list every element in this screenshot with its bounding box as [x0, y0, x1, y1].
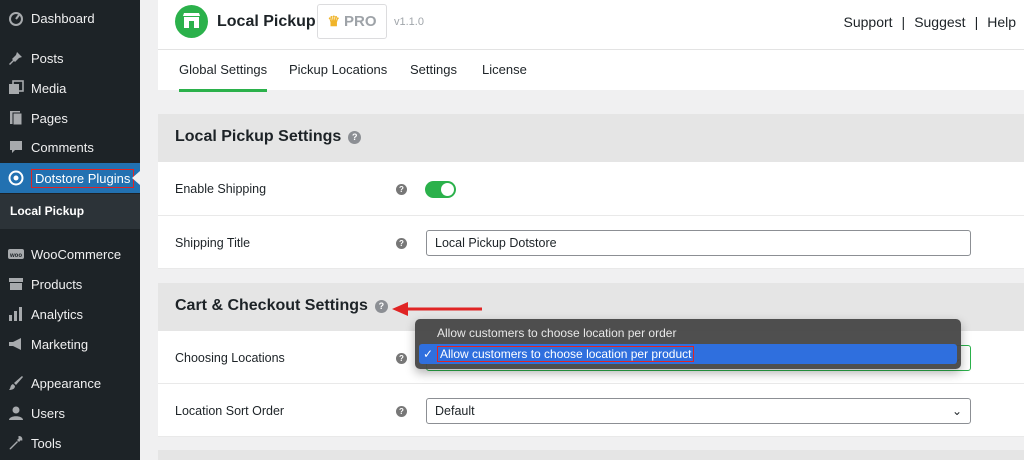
comment-icon: [8, 139, 24, 155]
sidebar-item-label: Pages: [31, 110, 68, 126]
user-icon: [8, 405, 24, 421]
help-icon[interactable]: ?: [396, 184, 407, 195]
link-separator: |: [974, 14, 979, 30]
help-icon[interactable]: ?: [348, 130, 362, 144]
sidebar-item-label: Analytics: [31, 306, 84, 322]
plugin-title: Local Pickup: [217, 13, 316, 30]
archive-icon: [8, 276, 24, 292]
sidebar-item-marketing[interactable]: Marketing: [0, 329, 140, 359]
sidebar-item-posts[interactable]: Posts: [0, 43, 140, 73]
help-icon[interactable]: ?: [374, 299, 388, 313]
sidebar-item-label: Dotstore Plugins: [31, 168, 135, 188]
sidebar-item-woocommerce[interactable]: woo WooCommerce: [0, 239, 140, 269]
woo-icon: woo: [8, 246, 24, 262]
shipping-title-label: Shipping Title: [175, 236, 251, 250]
local-pickup-settings-header: Local Pickup Settings ?: [158, 114, 1024, 162]
checkmark-icon: ✓: [423, 347, 434, 361]
sidebar-item-label: Posts: [31, 50, 64, 66]
sidebar-item-label: Appearance: [31, 375, 102, 391]
link-separator: |: [901, 14, 906, 30]
pro-label: PRO: [344, 13, 377, 30]
brush-icon: [8, 375, 24, 391]
plugin-version: v1.1.0: [394, 16, 424, 28]
location-sort-select[interactable]: Default ⌄: [426, 398, 971, 424]
pro-badge[interactable]: ♛ PRO: [317, 4, 387, 39]
dropdown-option-selected[interactable]: ✓ Allow customers to choose location per…: [419, 344, 957, 364]
sidebar-item-label: Products: [31, 276, 83, 292]
sidebar-item-label: Dashboard: [31, 10, 95, 26]
current-menu-arrow: [132, 171, 140, 185]
section-title: Local Pickup Settings ?: [175, 128, 362, 146]
sidebar-item-label: WooCommerce: [31, 246, 122, 262]
circle-target-icon: [8, 170, 24, 186]
sidebar-item-label: Users: [31, 405, 65, 421]
admin-sidebar: Dashboard Posts Media Pages Comments Dot…: [0, 0, 140, 460]
help-icon[interactable]: ?: [396, 238, 407, 249]
location-sort-label: Location Sort Order: [175, 404, 285, 418]
option-label: Allow customers to choose location per p…: [437, 346, 695, 362]
svg-text:woo: woo: [9, 253, 22, 259]
header-links: Support | Suggest | Help: [844, 14, 1017, 30]
megaphone-icon: [8, 336, 24, 352]
sidebar-item-label: Marketing: [31, 336, 89, 352]
plugin-header: Local Pickup ♛ PRO v1.1.0 Support | Sugg…: [158, 0, 1024, 50]
sidebar-item-products[interactable]: Products: [0, 269, 140, 299]
tab-license[interactable]: License: [482, 62, 527, 77]
sidebar-item-comments[interactable]: Comments: [0, 132, 140, 162]
settings-tabs: Global Settings Pickup Locations Setting…: [158, 50, 1024, 92]
enable-shipping-label: Enable Shipping: [175, 182, 267, 196]
sidebar-item-appearance[interactable]: Appearance: [0, 368, 140, 398]
pin-icon: [8, 50, 24, 66]
sidebar-item-label: Comments: [31, 139, 94, 155]
sidebar-submenu: Local Pickup: [0, 194, 140, 229]
enable-shipping-toggle[interactable]: [425, 181, 456, 198]
section-title-text: Local Pickup Settings: [175, 128, 342, 145]
pages-icon: [8, 110, 24, 126]
wrench-icon: [8, 435, 24, 451]
tab-pickup-locations[interactable]: Pickup Locations: [289, 62, 387, 77]
sidebar-item-label: Tools: [31, 435, 62, 451]
next-section-header: [158, 450, 1024, 460]
plugin-logo: [175, 5, 208, 38]
sidebar-item-dashboard[interactable]: Dashboard: [0, 3, 140, 33]
media-icon: [8, 80, 24, 96]
shipping-title-input[interactable]: Local Pickup Dotstore: [426, 230, 971, 256]
submenu-item-local-pickup[interactable]: Local Pickup: [10, 204, 84, 218]
annotation-arrow: [392, 302, 482, 316]
help-icon[interactable]: ?: [396, 406, 407, 417]
section-title: Cart & Checkout Settings ?: [175, 297, 388, 315]
option-label: Allow customers to choose location per o…: [437, 326, 677, 340]
support-link[interactable]: Support: [844, 14, 893, 30]
choosing-locations-label: Choosing Locations: [175, 351, 285, 365]
enable-shipping-row: Enable Shipping ?: [158, 162, 1024, 216]
shipping-title-row: Shipping Title ? Local Pickup Dotstore: [158, 216, 1024, 269]
bar-chart-icon: [8, 306, 24, 322]
sidebar-item-media[interactable]: Media: [0, 73, 140, 103]
chevron-down-icon: ⌄: [951, 404, 962, 418]
sidebar-item-dotstore-plugins[interactable]: Dotstore Plugins: [0, 163, 140, 193]
sidebar-item-analytics[interactable]: Analytics: [0, 299, 140, 329]
tab-settings[interactable]: Settings: [410, 62, 457, 77]
toggle-knob: [441, 183, 454, 196]
suggest-link[interactable]: Suggest: [914, 14, 965, 30]
location-sort-row: Location Sort Order ? Default ⌄: [158, 384, 1024, 437]
sidebar-item-tools[interactable]: Tools: [0, 428, 140, 458]
crown-icon: ♛: [327, 13, 341, 29]
dashboard-icon: [8, 10, 24, 26]
location-sort-value: Default: [435, 404, 475, 418]
sidebar-item-users[interactable]: Users: [0, 398, 140, 428]
tab-global-settings[interactable]: Global Settings: [179, 62, 268, 92]
section-title-text: Cart & Checkout Settings: [175, 297, 368, 314]
dropdown-option[interactable]: Allow customers to choose location per o…: [419, 323, 957, 343]
sidebar-item-pages[interactable]: Pages: [0, 103, 140, 133]
sidebar-item-label: Media: [31, 80, 67, 96]
choosing-locations-dropdown: Allow customers to choose location per o…: [415, 319, 961, 369]
help-icon[interactable]: ?: [396, 353, 407, 364]
help-link[interactable]: Help: [987, 14, 1016, 30]
